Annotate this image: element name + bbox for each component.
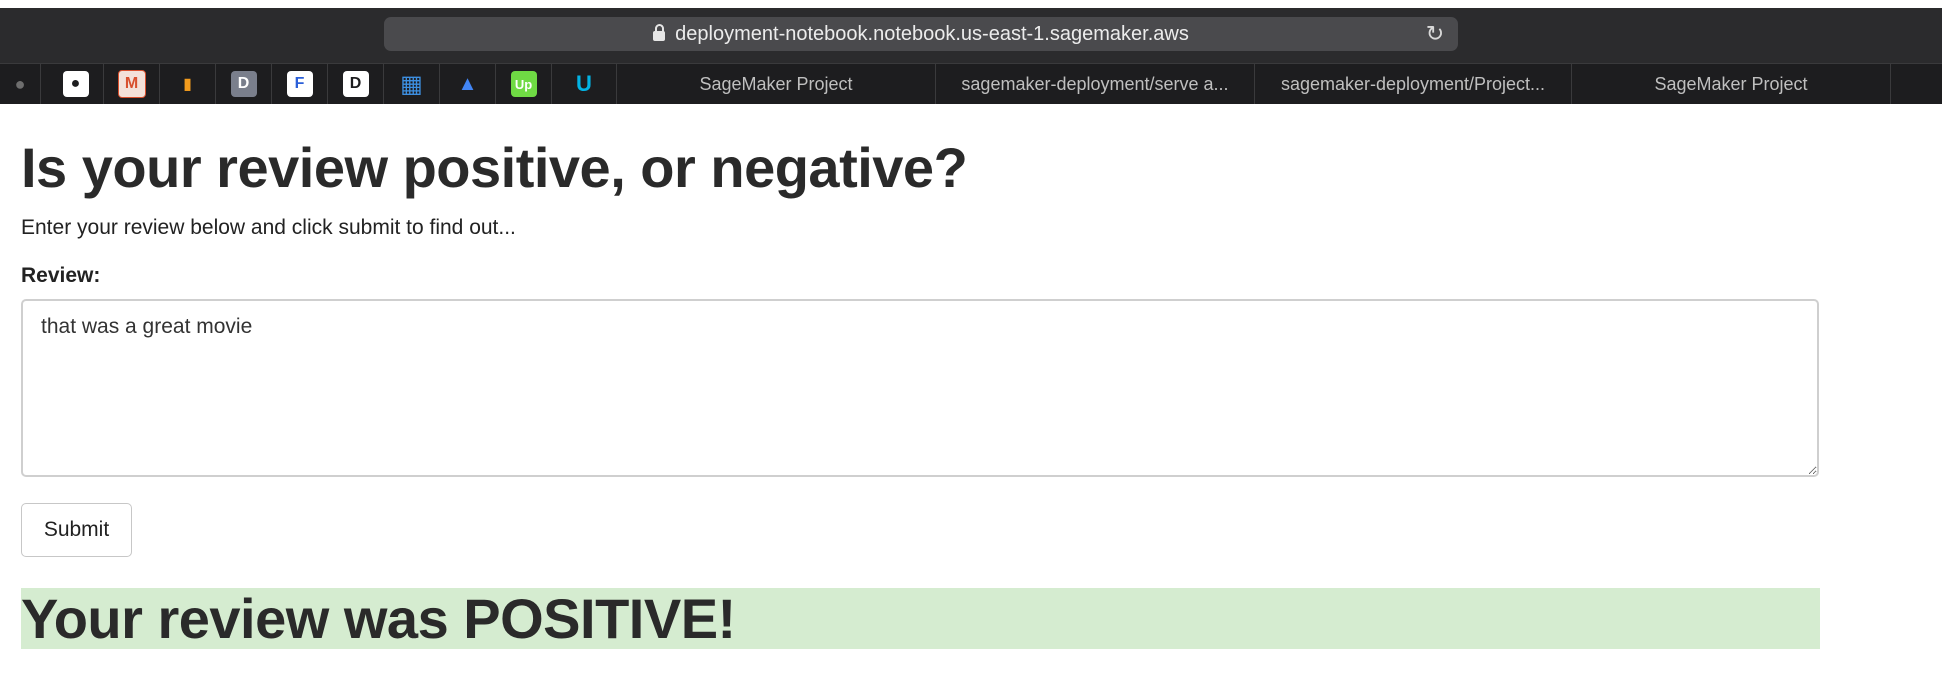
apple-app-icon: ● (62, 71, 89, 97)
url-text: deployment-notebook.notebook.us-east-1.s… (675, 22, 1189, 45)
analytics-icon: ▮ (183, 76, 192, 93)
tab-bar: ● ● M ▮ D F D ▦ ▲ Up U SageMaker Project… (0, 63, 1942, 104)
favorite-blocks[interactable]: ▦ (384, 64, 440, 104)
favorite-d[interactable]: D (216, 64, 272, 104)
favorite-upwork[interactable]: Up (496, 64, 552, 104)
upwork-icon: Up (510, 71, 537, 97)
review-label: Review: (21, 264, 101, 287)
tab-sagemaker-project-2[interactable]: SageMaker Project (1572, 64, 1891, 104)
page-title: Is your review positive, or negative? (21, 136, 968, 199)
submit-button[interactable]: Submit (21, 503, 132, 557)
blocks-icon: ▦ (400, 70, 423, 98)
favorite-analytics[interactable]: ▮ (160, 64, 216, 104)
tab-serve-a[interactable]: sagemaker-deployment/serve a... (936, 64, 1255, 104)
m-icon: M (117, 70, 146, 98)
result-banner: Your review was POSITIVE! (21, 588, 1820, 649)
google-ads-icon: ▲ (457, 72, 478, 95)
browser-toolbar: deployment-notebook.notebook.us-east-1.s… (0, 8, 1942, 63)
window-top-edge (0, 0, 1942, 8)
favorite-d3[interactable]: D (328, 64, 384, 104)
address-bar[interactable]: deployment-notebook.notebook.us-east-1.s… (384, 17, 1458, 51)
favorite-apple-app[interactable]: ● (48, 64, 104, 104)
d-icon: D (230, 71, 257, 97)
review-input[interactable] (21, 299, 1819, 477)
udacity-icon: U (576, 71, 592, 96)
tab-sagemaker-project-1[interactable]: SageMaker Project (617, 64, 936, 104)
tab-project[interactable]: sagemaker-deployment/Project... (1255, 64, 1572, 104)
favorite-f[interactable]: F (272, 64, 328, 104)
favorite-udacity[interactable]: U (552, 64, 617, 104)
favorite-m[interactable]: M (104, 64, 160, 104)
apple-icon: ● (14, 73, 26, 94)
favorite-apple[interactable]: ● (0, 64, 41, 104)
page-subtitle: Enter your review below and click submit… (21, 216, 516, 239)
f-icon: F (286, 71, 313, 97)
lock-icon (653, 24, 666, 41)
reload-icon[interactable]: ↻ (1424, 23, 1446, 45)
d3-icon: D (342, 71, 369, 97)
favorite-google-ads[interactable]: ▲ (440, 64, 496, 104)
